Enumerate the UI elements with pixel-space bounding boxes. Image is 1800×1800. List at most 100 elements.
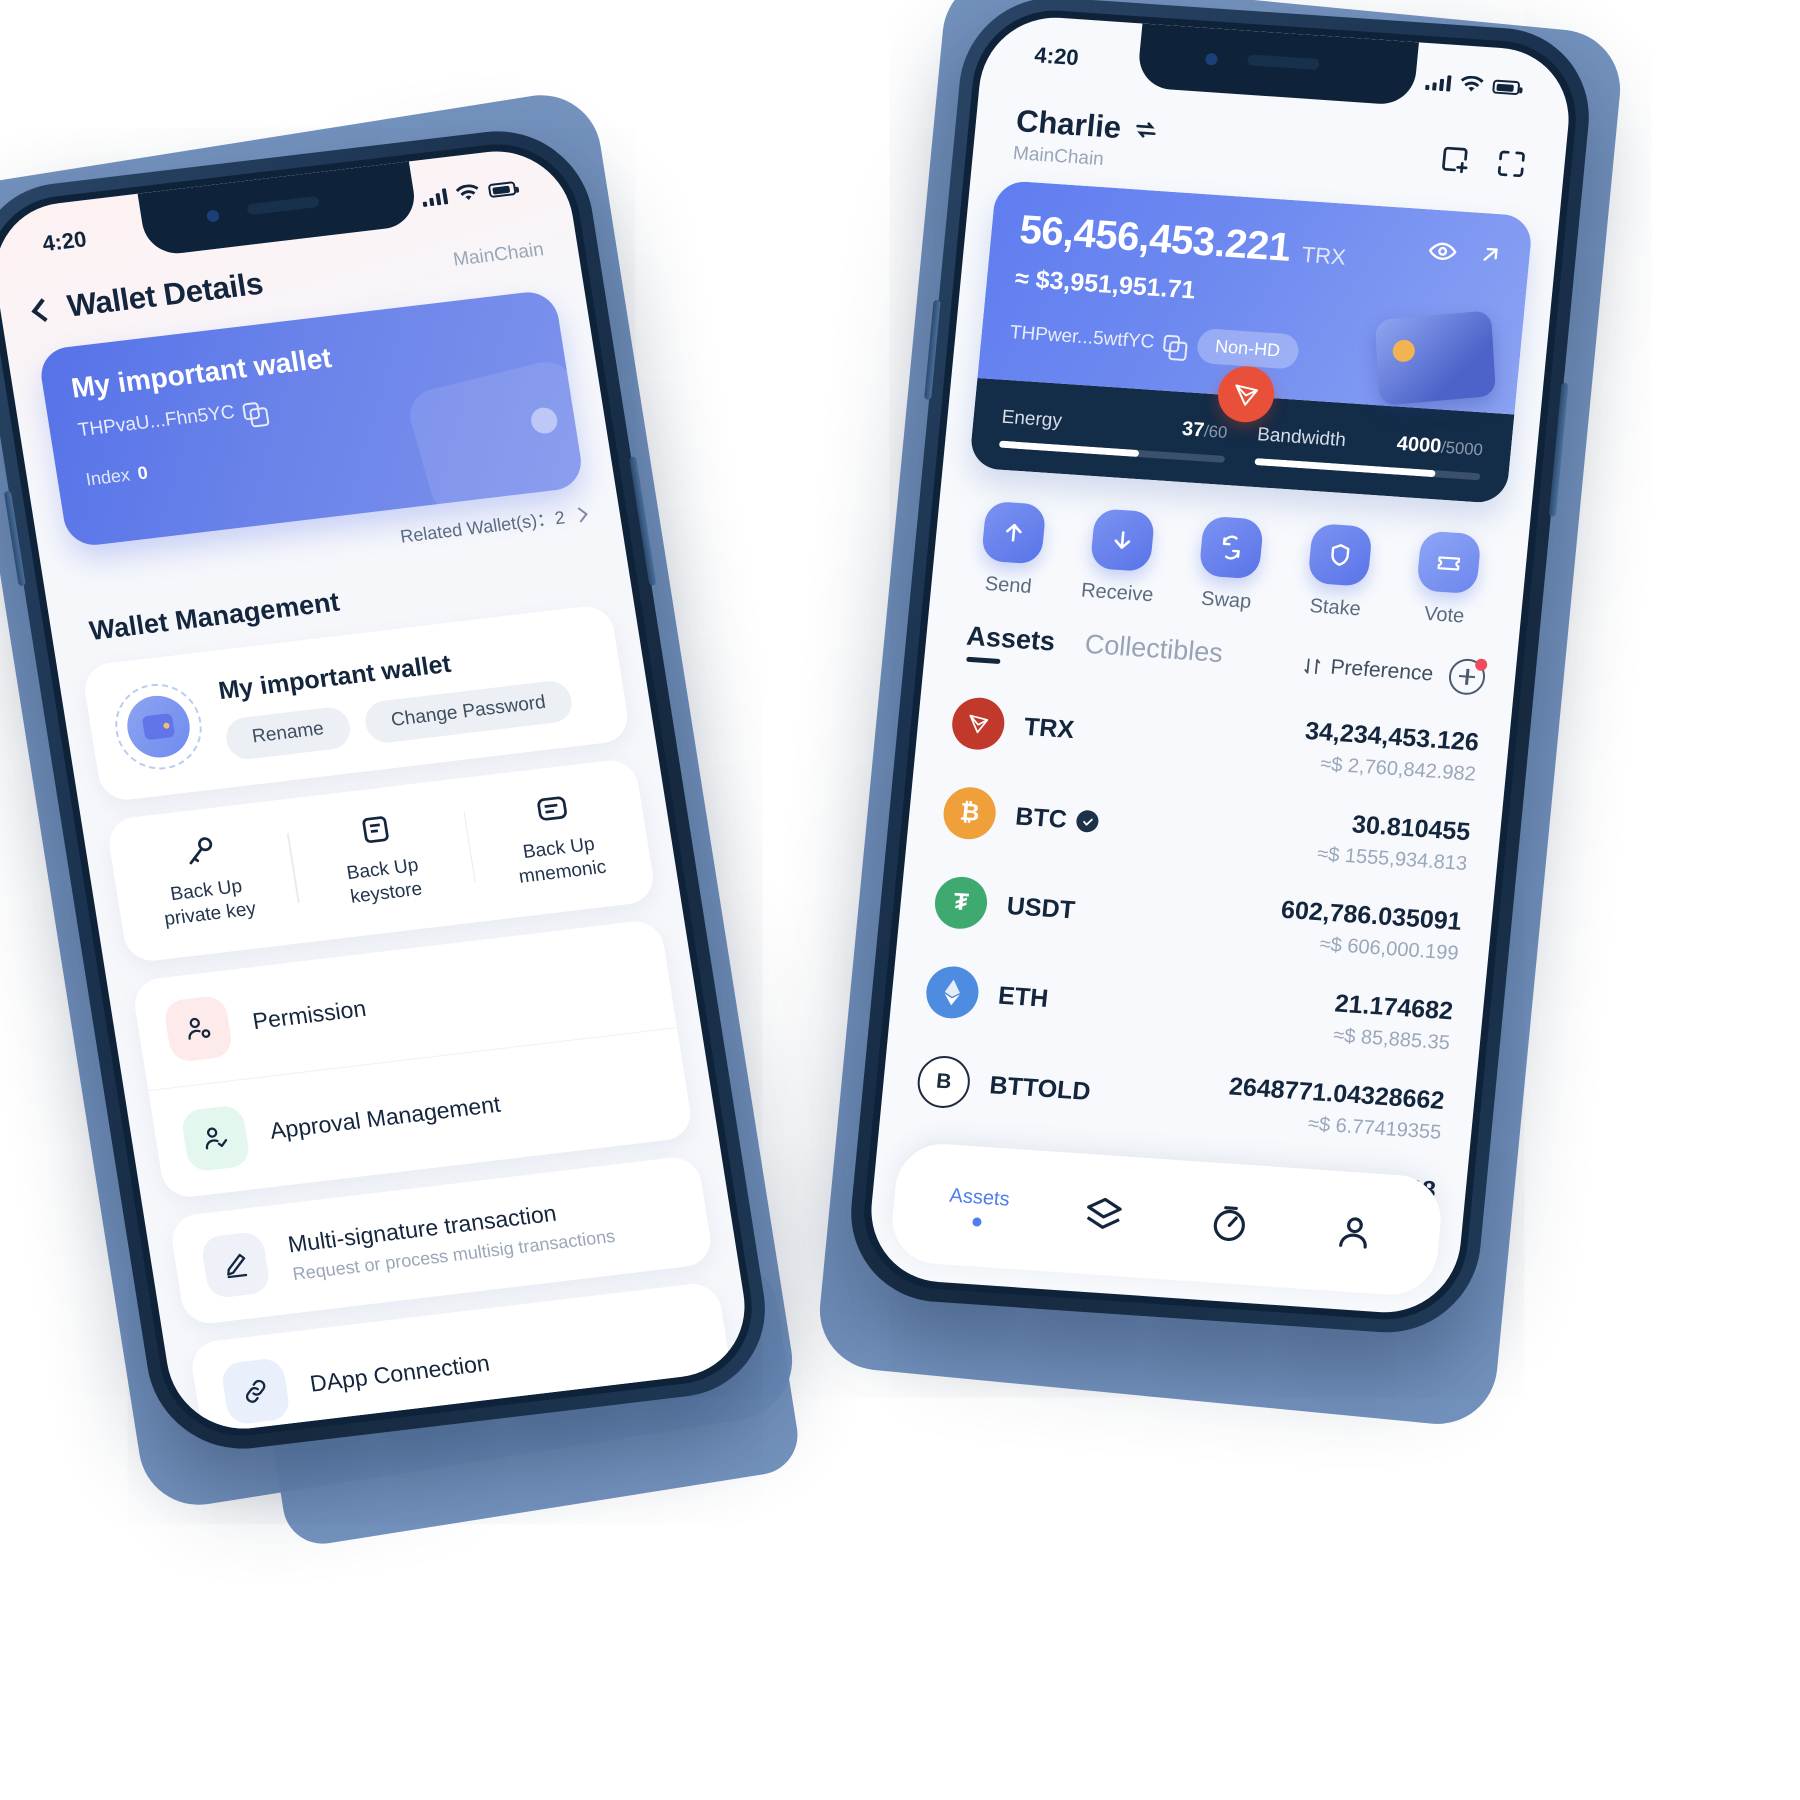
asset-amount: 30.810455: [1350, 810, 1472, 847]
user-permission-icon: [162, 994, 234, 1063]
resource-bandwidth-bar: [1254, 457, 1481, 481]
compass-icon: [1213, 1206, 1245, 1241]
wallet-index-value: 0: [136, 462, 150, 484]
switch-account-icon[interactable]: [1132, 116, 1160, 144]
quick-action-vote[interactable]: Vote: [1389, 529, 1507, 631]
tabbar-assets-label: Assets: [948, 1184, 1011, 1211]
backup-keystore-button[interactable]: Back Up keystore: [285, 798, 477, 916]
link-icon: [219, 1356, 292, 1426]
chevron-left-icon[interactable]: [31, 297, 56, 322]
asset-usd: ≈$ 85,885.35: [1332, 1024, 1451, 1055]
front-camera: [1204, 52, 1219, 66]
menu-item-dapp-label: DApp Connection: [308, 1349, 492, 1397]
btc-token-icon: ₿: [941, 785, 999, 841]
sort-icon: [1304, 658, 1321, 674]
permissions-card: Permission Approval Management: [130, 918, 695, 1200]
chain-label: MainChain: [451, 239, 546, 271]
usdt-token-icon: ₮: [932, 875, 990, 931]
balance-unit: TRX: [1300, 241, 1347, 270]
asset-amount: 34,234,453.126: [1303, 716, 1481, 757]
verified-badge-icon: [1075, 809, 1100, 834]
asset-amount: 21.174682: [1333, 989, 1455, 1026]
backup-mnemonic-label: Back Up mnemonic: [517, 833, 608, 889]
eye-icon[interactable]: [1426, 235, 1459, 267]
menu-item-permission-label: Permission: [250, 995, 368, 1035]
change-password-button[interactable]: Change Password: [362, 678, 575, 745]
tabbar-item-layers[interactable]: [1039, 1190, 1168, 1240]
battery-icon: [487, 181, 517, 199]
resource-energy-bar: [998, 440, 1226, 463]
add-token-icon[interactable]: [1447, 657, 1488, 696]
asset-usd: ≈$ 606,000.199: [1318, 933, 1460, 965]
chain-label: MainChain: [1012, 142, 1105, 171]
profile-icon: [1339, 1217, 1367, 1249]
asset-usd: ≈$ 1555,934.813: [1316, 843, 1469, 876]
wallet-card-address: THPvaU...Fhn5YC: [76, 401, 237, 442]
speaker-grille: [1247, 54, 1321, 71]
quick-action-stake[interactable]: Stake: [1280, 521, 1398, 623]
active-indicator-dot: [972, 1217, 983, 1227]
ticket-icon: [1416, 530, 1483, 595]
backup-private-key-button[interactable]: Back Up private key: [109, 819, 301, 937]
resource-energy-used: 37: [1180, 418, 1206, 442]
battery-icon: [1492, 79, 1521, 96]
backup-keystore-label: Back Up keystore: [345, 854, 424, 909]
resource-energy: Energy 37/60: [998, 406, 1229, 463]
quick-action-swap[interactable]: Swap: [1171, 514, 1289, 616]
arrow-up-icon: [980, 500, 1047, 565]
backup-private-key-label: Back Up private key: [162, 875, 258, 931]
resource-energy-label: Energy: [1000, 406, 1063, 432]
eth-token-icon: [923, 964, 981, 1021]
add-wallet-icon[interactable]: [1437, 142, 1474, 178]
wallet-3d-illustration: [1374, 310, 1497, 406]
rename-button[interactable]: Rename: [223, 704, 353, 761]
related-wallets-label: Related Wallet(s)：2: [398, 507, 567, 547]
asset-symbol: TRX: [1022, 712, 1076, 744]
wallet-avatar: [109, 679, 208, 775]
tab-assets[interactable]: Assets: [964, 621, 1056, 670]
account-switcher[interactable]: Charlie: [1014, 103, 1160, 149]
copy-icon[interactable]: [242, 401, 261, 420]
asset-symbol: BTTOLD: [988, 1070, 1092, 1106]
layers-icon: [1087, 1197, 1122, 1229]
scan-icon[interactable]: [1493, 146, 1530, 182]
cellular-signal-icon: [1425, 74, 1452, 92]
arrow-up-right-icon[interactable]: [1476, 241, 1504, 269]
resource-bandwidth-used: 4000: [1395, 432, 1443, 458]
wallet-summary-card[interactable]: My important wallet THPvaU...Fhn5YC Inde…: [37, 289, 586, 549]
tabbar-item-assets[interactable]: Assets: [914, 1182, 1043, 1230]
tabbar-item-profile[interactable]: [1290, 1207, 1419, 1257]
status-time: 4:20: [40, 226, 89, 257]
quick-action-send[interactable]: Send: [953, 499, 1071, 601]
cellular-signal-icon: [421, 188, 449, 207]
wallet-index-label: Index: [84, 464, 132, 490]
asset-amount: 602,786.035091: [1279, 895, 1463, 936]
shield-icon: [1307, 523, 1374, 587]
front-camera: [205, 209, 220, 223]
asset-symbol: USDT: [1005, 891, 1077, 925]
wifi-icon: [1460, 75, 1484, 92]
page-title: Wallet Details: [64, 265, 266, 324]
resource-bandwidth-total: 5000: [1444, 437, 1484, 460]
status-time: 4:20: [1033, 42, 1080, 71]
asset-symbol: ETH: [997, 981, 1050, 1013]
balance-amount: 56,456,453.221: [1017, 207, 1293, 270]
wallet-address: THPwer...5wtfYC: [1008, 321, 1156, 353]
pencil-icon: [199, 1230, 272, 1299]
tabbar-item-discover[interactable]: [1165, 1199, 1294, 1249]
wifi-icon: [455, 184, 479, 201]
hd-badge: Non-HD: [1195, 327, 1300, 370]
phone-right: 4:20 Charlie MainChain 56,456,453.221 TR…: [842, 0, 1598, 1339]
speaker-grille: [246, 196, 320, 216]
balance-card: 56,456,453.221 TRX ≈ $3,951,951.71 THPwe…: [968, 179, 1534, 505]
backup-mnemonic-button[interactable]: Back Up mnemonic: [461, 777, 653, 895]
resource-bandwidth-label: Bandwidth: [1256, 424, 1347, 452]
quick-action-receive[interactable]: Receive: [1062, 507, 1180, 609]
trx-token-icon: [949, 696, 1007, 752]
preference-button[interactable]: Preference: [1301, 653, 1434, 686]
swap-icon: [1198, 515, 1265, 580]
copy-icon[interactable]: [1162, 334, 1181, 353]
user-check-icon: [179, 1103, 252, 1173]
preference-label: Preference: [1329, 655, 1435, 685]
arrow-down-icon: [1089, 508, 1156, 573]
